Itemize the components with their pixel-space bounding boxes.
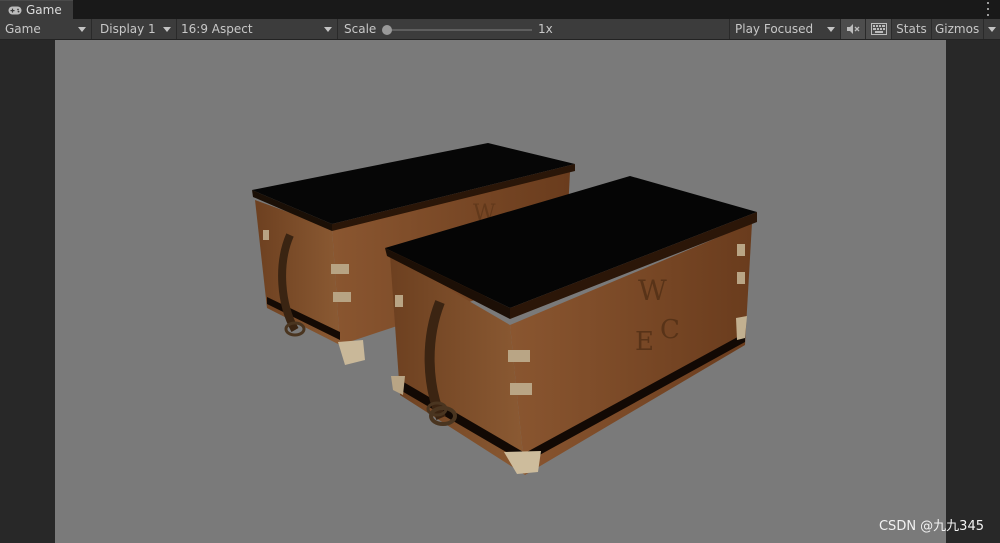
play-mode-dropdown[interactable]: Play Focused: [729, 19, 841, 39]
scale-label: Scale: [344, 22, 377, 36]
aspect-dropdown[interactable]: 16:9 Aspect: [176, 19, 338, 39]
game-viewport[interactable]: W W E C: [55, 40, 946, 543]
speaker-mute-icon: [847, 24, 860, 34]
svg-text:W: W: [638, 274, 667, 307]
svg-text:C: C: [660, 315, 680, 345]
gizmos-dropdown[interactable]: [984, 19, 1000, 39]
mute-audio-button[interactable]: [841, 19, 866, 39]
chevron-down-icon: [827, 27, 835, 32]
stats-label: Stats: [896, 22, 927, 36]
watermark: CSDN @九九345: [878, 519, 984, 534]
chevron-down-icon: [988, 27, 996, 32]
keyboard-icon: [870, 23, 887, 35]
chevron-down-icon: [78, 27, 86, 32]
game-toolbar: Game Display 1 16:9 Aspect Scale 1x Play…: [0, 19, 1000, 40]
chevron-down-icon: [163, 27, 171, 32]
scale-value: 1x: [538, 22, 553, 36]
view-mode-dropdown[interactable]: Game: [0, 19, 92, 39]
tab-label: Game: [26, 3, 62, 17]
gizmos-label: Gizmos: [935, 22, 980, 36]
view-mode-label: Game: [5, 22, 41, 36]
chevron-down-icon: [324, 27, 332, 32]
play-mode-label: Play Focused: [735, 22, 814, 36]
scale-slider-handle[interactable]: [382, 25, 392, 35]
gamepad-icon: [8, 6, 22, 14]
more-options-icon[interactable]: [986, 2, 990, 16]
display-dropdown[interactable]: Display 1: [95, 19, 177, 39]
scale-slider-track[interactable]: [386, 29, 532, 31]
shortcuts-button[interactable]: [866, 19, 892, 39]
tab-game[interactable]: Game: [0, 0, 73, 19]
stats-button[interactable]: Stats: [892, 19, 932, 39]
gizmos-button[interactable]: Gizmos: [932, 19, 984, 39]
aspect-label: 16:9 Aspect: [181, 22, 253, 36]
svg-text:E: E: [635, 327, 654, 357]
display-label: Display 1: [100, 22, 156, 36]
scene-render: W W E C: [252, 143, 757, 475]
tab-strip: Game: [0, 0, 1000, 19]
